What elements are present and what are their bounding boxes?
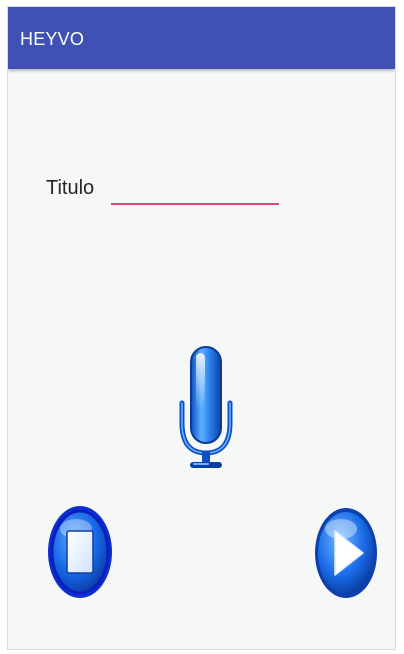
stop-icon: [48, 506, 112, 598]
record-button[interactable]: [174, 345, 238, 471]
microphone-icon: [179, 346, 233, 468]
app-screen: HEYVO Titulo: [7, 6, 396, 650]
play-button[interactable]: [313, 505, 379, 601]
title-label: Titulo: [46, 177, 95, 199]
app-bar: HEYVO: [8, 7, 395, 69]
app-title: HEYVO: [20, 29, 85, 49]
stop-button[interactable]: [45, 503, 115, 601]
play-icon: [315, 508, 377, 598]
title-input[interactable]: [111, 173, 279, 205]
